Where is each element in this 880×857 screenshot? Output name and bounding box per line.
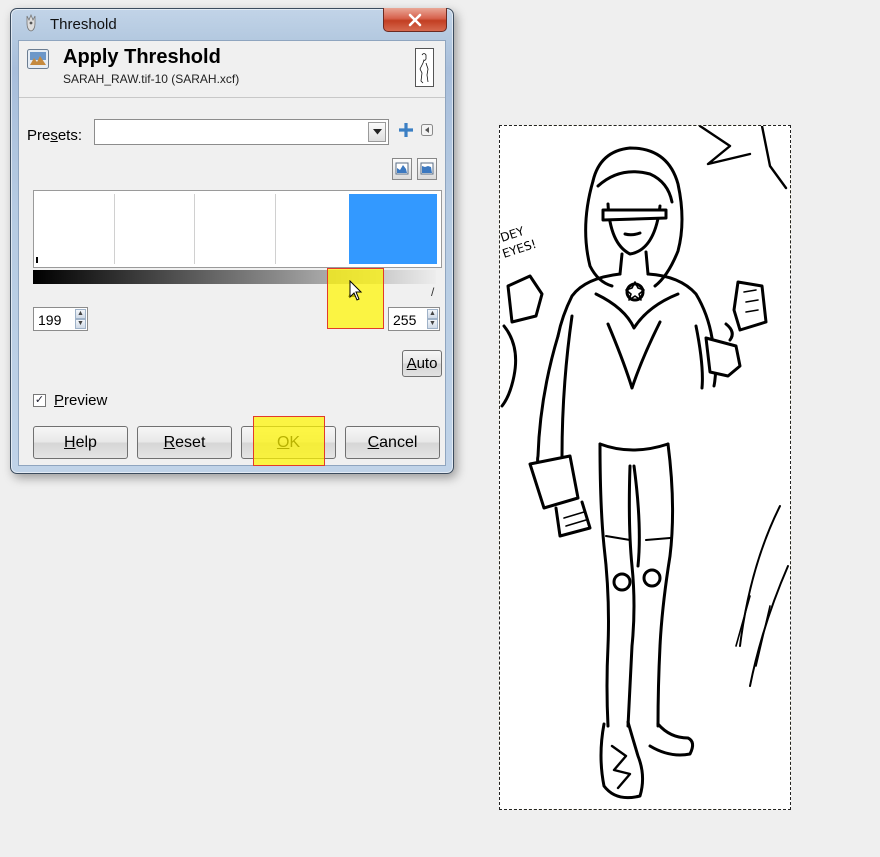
threshold-dialog: Threshold Apply Threshold SARAH_RAW.tif-… <box>10 8 454 474</box>
help-button[interactable]: Help <box>33 426 128 459</box>
reset-button[interactable]: Reset <box>137 426 232 459</box>
dialog-content: Apply Threshold SARAH_RAW.tif-10 (SARAH.… <box>18 40 446 466</box>
presets-dropdown-button[interactable] <box>368 122 386 142</box>
plus-icon[interactable] <box>398 122 414 138</box>
presets-label: Presets: <box>27 127 83 144</box>
window-title: Threshold <box>50 16 117 33</box>
increment-arrow-icon[interactable]: ▲ <box>75 309 86 319</box>
low-threshold-spinbutton[interactable]: 199 ▲ ▼ <box>33 307 88 331</box>
histogram-gridline <box>194 194 195 264</box>
header-divider <box>19 97 445 98</box>
histogram-view[interactable] <box>33 190 442 268</box>
character-line-art: DEY EYES! <box>500 126 789 800</box>
gimp-wilber-icon <box>26 14 36 32</box>
chevron-down-icon <box>372 129 382 135</box>
threshold-range-selection[interactable] <box>349 194 437 264</box>
histogram-data-tick <box>36 257 38 263</box>
cancel-button[interactable]: Cancel <box>345 426 440 459</box>
histogram-gridline <box>114 194 115 264</box>
low-threshold-value: 199 <box>38 312 62 328</box>
high-threshold-stepper[interactable]: ▲ ▼ <box>427 309 438 329</box>
close-icon <box>408 13 422 26</box>
high-threshold-slider-handle[interactable]: / <box>431 285 434 299</box>
increment-arrow-icon[interactable]: ▲ <box>427 309 438 319</box>
arrow-menu-icon[interactable] <box>421 124 433 136</box>
logarithmic-histogram-button[interactable] <box>417 158 437 180</box>
close-button[interactable] <box>383 8 447 32</box>
dialog-title: Apply Threshold <box>63 46 221 68</box>
preview-checkbox[interactable]: ✓ <box>33 394 46 407</box>
preview-label[interactable]: Preview <box>54 392 107 409</box>
image-thumbnail <box>415 48 434 87</box>
logarithmic-histogram-icon <box>420 162 434 175</box>
linear-histogram-icon <box>395 162 409 175</box>
decrement-arrow-icon[interactable]: ▼ <box>75 319 86 329</box>
mouse-cursor-icon <box>349 280 363 301</box>
image-name: SARAH_RAW.tif-10 (SARAH.xcf) <box>63 72 240 86</box>
dialog-header: Apply Threshold SARAH_RAW.tif-10 (SARAH.… <box>19 41 445 105</box>
threshold-tool-icon <box>27 49 49 69</box>
linear-histogram-button[interactable] <box>392 158 412 180</box>
auto-button[interactable]: Auto <box>402 350 442 377</box>
title-bar[interactable]: Threshold <box>11 8 453 39</box>
low-threshold-stepper[interactable]: ▲ ▼ <box>75 309 86 329</box>
high-threshold-spinbutton[interactable]: 255 ▲ ▼ <box>388 307 440 331</box>
image-canvas[interactable]: DEY EYES! <box>499 125 791 810</box>
decrement-arrow-icon[interactable]: ▼ <box>427 319 438 329</box>
ok-button-highlight-annotation <box>253 416 325 466</box>
high-threshold-value: 255 <box>393 312 417 328</box>
presets-combobox[interactable] <box>94 119 389 145</box>
histogram-gridline <box>275 194 276 264</box>
